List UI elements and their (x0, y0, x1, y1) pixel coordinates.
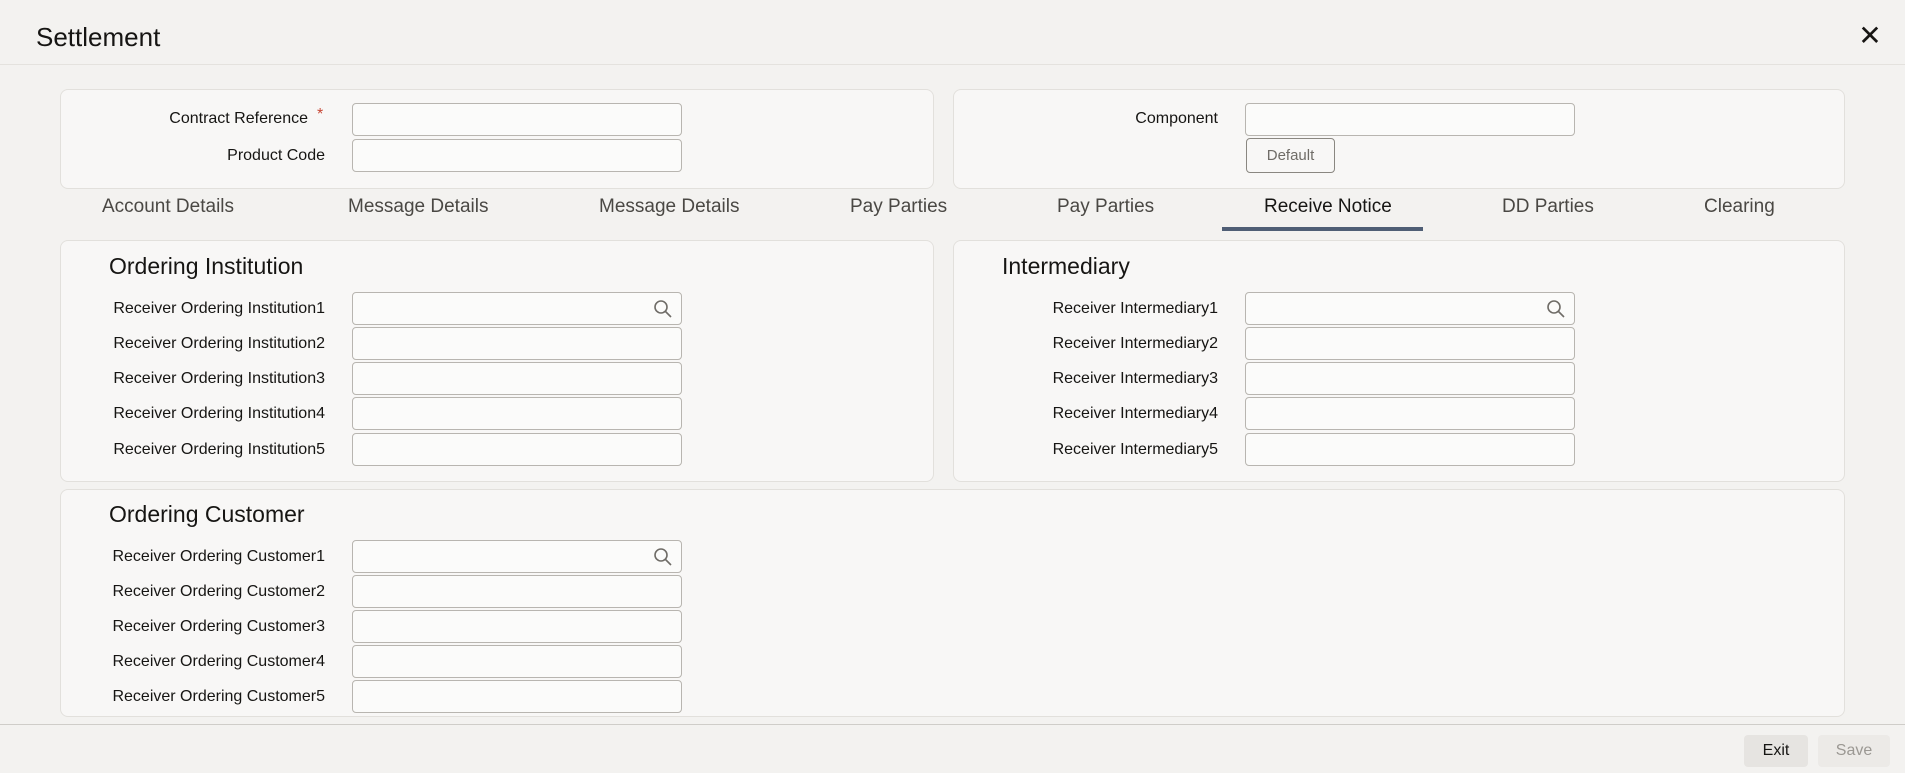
ordering-institution-5-input[interactable] (352, 433, 682, 466)
save-button[interactable]: Save (1818, 735, 1890, 767)
product-code-label: Product Code (227, 147, 325, 164)
intermediary-2-input[interactable] (1245, 327, 1575, 360)
tab-clearing[interactable]: Clearing (1704, 196, 1775, 218)
intermediary-5-input[interactable] (1245, 433, 1575, 466)
tab-receive-notice[interactable]: Receive Notice (1264, 196, 1392, 218)
tab-account-details[interactable]: Account Details (102, 196, 234, 218)
ordering-customer-1-input[interactable] (352, 540, 682, 573)
default-button[interactable]: Default (1246, 138, 1335, 173)
ordering-institution-2-label: Receiver Ordering Institution2 (113, 335, 325, 352)
intermediary-3-input[interactable] (1245, 362, 1575, 395)
search-icon[interactable] (653, 547, 673, 567)
ordering-institution-1-input[interactable] (352, 292, 682, 325)
title-divider (0, 64, 1905, 65)
exit-button[interactable]: Exit (1744, 735, 1808, 767)
ordering-institution-2-input[interactable] (352, 327, 682, 360)
tab-pay-parties-2[interactable]: Pay Parties (1057, 196, 1154, 218)
ordering-customer-4-input[interactable] (352, 645, 682, 678)
ordering-customer-1-label: Receiver Ordering Customer1 (112, 548, 325, 565)
close-icon[interactable]: ✕ (1856, 22, 1884, 50)
ordering-institution-4-input[interactable] (352, 397, 682, 430)
window-title: Settlement (36, 22, 161, 52)
component-input[interactable] (1245, 103, 1575, 136)
ordering-customer-3-input[interactable] (352, 610, 682, 643)
ordering-institution-title: Ordering Institution (109, 253, 304, 279)
tab-message-details-2[interactable]: Message Details (599, 196, 739, 218)
contract-reference-label: Contract Reference (169, 110, 308, 127)
intermediary-1-input[interactable] (1245, 292, 1575, 325)
ordering-customer-2-input[interactable] (352, 575, 682, 608)
footer-divider (0, 724, 1905, 725)
ordering-institution-3-input[interactable] (352, 362, 682, 395)
tab-message-details[interactable]: Message Details (348, 196, 488, 218)
contract-reference-input[interactable] (352, 103, 682, 136)
ordering-customer-5-input[interactable] (352, 680, 682, 713)
tab-pay-parties[interactable]: Pay Parties (850, 196, 947, 218)
required-indicator: * (317, 106, 324, 123)
ordering-customer-2-label: Receiver Ordering Customer2 (112, 583, 325, 600)
active-tab-indicator (1222, 227, 1423, 231)
intermediary-3-label: Receiver Intermediary3 (1052, 370, 1218, 387)
ordering-institution-4-label: Receiver Ordering Institution4 (113, 405, 325, 422)
ordering-institution-1-label: Receiver Ordering Institution1 (113, 300, 325, 317)
ordering-customer-4-label: Receiver Ordering Customer4 (112, 653, 325, 670)
search-icon[interactable] (1546, 299, 1566, 319)
product-code-input[interactable] (352, 139, 682, 172)
component-label: Component (1135, 110, 1218, 127)
ordering-customer-3-label: Receiver Ordering Customer3 (112, 618, 325, 635)
tab-dd-parties[interactable]: DD Parties (1502, 196, 1594, 218)
intermediary-4-input[interactable] (1245, 397, 1575, 430)
ordering-customer-5-label: Receiver Ordering Customer5 (112, 688, 325, 705)
intermediary-title: Intermediary (1002, 253, 1130, 279)
intermediary-5-label: Receiver Intermediary5 (1052, 441, 1218, 458)
intermediary-2-label: Receiver Intermediary2 (1052, 335, 1218, 352)
search-icon[interactable] (653, 299, 673, 319)
ordering-institution-5-label: Receiver Ordering Institution5 (113, 441, 325, 458)
ordering-institution-3-label: Receiver Ordering Institution3 (113, 370, 325, 387)
intermediary-1-label: Receiver Intermediary1 (1052, 300, 1218, 317)
ordering-customer-panel (60, 489, 1845, 717)
intermediary-4-label: Receiver Intermediary4 (1052, 405, 1218, 422)
ordering-customer-title: Ordering Customer (109, 501, 305, 527)
